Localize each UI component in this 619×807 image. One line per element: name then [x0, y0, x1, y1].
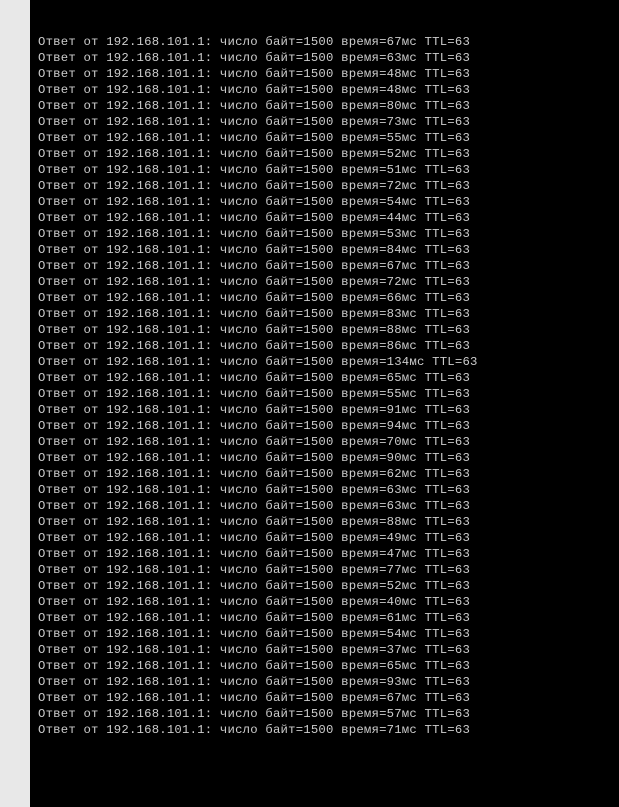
- ping-reply-line: Ответ от 192.168.101.1: число байт=1500 …: [38, 402, 611, 418]
- ping-reply-line: Ответ от 192.168.101.1: число байт=1500 …: [38, 722, 611, 738]
- ping-reply-line: Ответ от 192.168.101.1: число байт=1500 …: [38, 258, 611, 274]
- ping-reply-line: Ответ от 192.168.101.1: число байт=1500 …: [38, 226, 611, 242]
- ping-reply-line: Ответ от 192.168.101.1: число байт=1500 …: [38, 370, 611, 386]
- ping-reply-line: Ответ от 192.168.101.1: число байт=1500 …: [38, 642, 611, 658]
- ping-reply-line: Ответ от 192.168.101.1: число байт=1500 …: [38, 130, 611, 146]
- ping-reply-line: Ответ от 192.168.101.1: число байт=1500 …: [38, 706, 611, 722]
- blank-line: [38, 770, 611, 786]
- ping-reply-line: Ответ от 192.168.101.1: число байт=1500 …: [38, 290, 611, 306]
- ping-reply-line: Ответ от 192.168.101.1: число байт=1500 …: [38, 498, 611, 514]
- ping-reply-line: Ответ от 192.168.101.1: число байт=1500 …: [38, 194, 611, 210]
- window-frame: Ответ от 192.168.101.1: число байт=1500 …: [0, 0, 619, 807]
- ping-reply-line: Ответ от 192.168.101.1: число байт=1500 …: [38, 386, 611, 402]
- ping-reply-line: Ответ от 192.168.101.1: число байт=1500 …: [38, 530, 611, 546]
- ping-reply-line: Ответ от 192.168.101.1: число байт=1500 …: [38, 690, 611, 706]
- ping-reply-line: Ответ от 192.168.101.1: число байт=1500 …: [38, 82, 611, 98]
- ping-reply-line: Ответ от 192.168.101.1: число байт=1500 …: [38, 146, 611, 162]
- ping-reply-line: Ответ от 192.168.101.1: число байт=1500 …: [38, 338, 611, 354]
- ping-reply-line: Ответ от 192.168.101.1: число байт=1500 …: [38, 514, 611, 530]
- ping-reply-line: Ответ от 192.168.101.1: число байт=1500 …: [38, 466, 611, 482]
- ping-reply-line: Ответ от 192.168.101.1: число байт=1500 …: [38, 98, 611, 114]
- ping-reply-line: Ответ от 192.168.101.1: число байт=1500 …: [38, 178, 611, 194]
- ping-reply-line: Ответ от 192.168.101.1: число байт=1500 …: [38, 34, 611, 50]
- ping-reply-line: Ответ от 192.168.101.1: число байт=1500 …: [38, 50, 611, 66]
- ping-reply-line: Ответ от 192.168.101.1: число байт=1500 …: [38, 322, 611, 338]
- ping-reply-line: Ответ от 192.168.101.1: число байт=1500 …: [38, 658, 611, 674]
- ping-reply-line: Ответ от 192.168.101.1: число байт=1500 …: [38, 482, 611, 498]
- ping-reply-line: Ответ от 192.168.101.1: число байт=1500 …: [38, 162, 611, 178]
- ping-reply-line: Ответ от 192.168.101.1: число байт=1500 …: [38, 114, 611, 130]
- ping-reply-line: Ответ от 192.168.101.1: число байт=1500 …: [38, 434, 611, 450]
- ping-reply-line: Ответ от 192.168.101.1: число байт=1500 …: [38, 210, 611, 226]
- terminal-output[interactable]: Ответ от 192.168.101.1: число байт=1500 …: [30, 0, 619, 807]
- ping-reply-line: Ответ от 192.168.101.1: число байт=1500 …: [38, 546, 611, 562]
- ping-reply-line: Ответ от 192.168.101.1: число байт=1500 …: [38, 626, 611, 642]
- ping-reply-line: Ответ от 192.168.101.1: число байт=1500 …: [38, 242, 611, 258]
- ping-reply-line: Ответ от 192.168.101.1: число байт=1500 …: [38, 306, 611, 322]
- ping-reply-line: Ответ от 192.168.101.1: число байт=1500 …: [38, 274, 611, 290]
- ping-reply-line: Ответ от 192.168.101.1: число байт=1500 …: [38, 674, 611, 690]
- ping-reply-line: Ответ от 192.168.101.1: число байт=1500 …: [38, 450, 611, 466]
- ping-reply-line: Ответ от 192.168.101.1: число байт=1500 …: [38, 610, 611, 626]
- ping-reply-line: Ответ от 192.168.101.1: число байт=1500 …: [38, 66, 611, 82]
- ping-reply-line: Ответ от 192.168.101.1: число байт=1500 …: [38, 418, 611, 434]
- ping-reply-line: Ответ от 192.168.101.1: число байт=1500 …: [38, 354, 611, 370]
- ping-reply-line: Ответ от 192.168.101.1: число байт=1500 …: [38, 594, 611, 610]
- ping-reply-line: Ответ от 192.168.101.1: число байт=1500 …: [38, 562, 611, 578]
- ping-reply-line: Ответ от 192.168.101.1: число байт=1500 …: [38, 578, 611, 594]
- ping-replies: Ответ от 192.168.101.1: число байт=1500 …: [38, 34, 611, 738]
